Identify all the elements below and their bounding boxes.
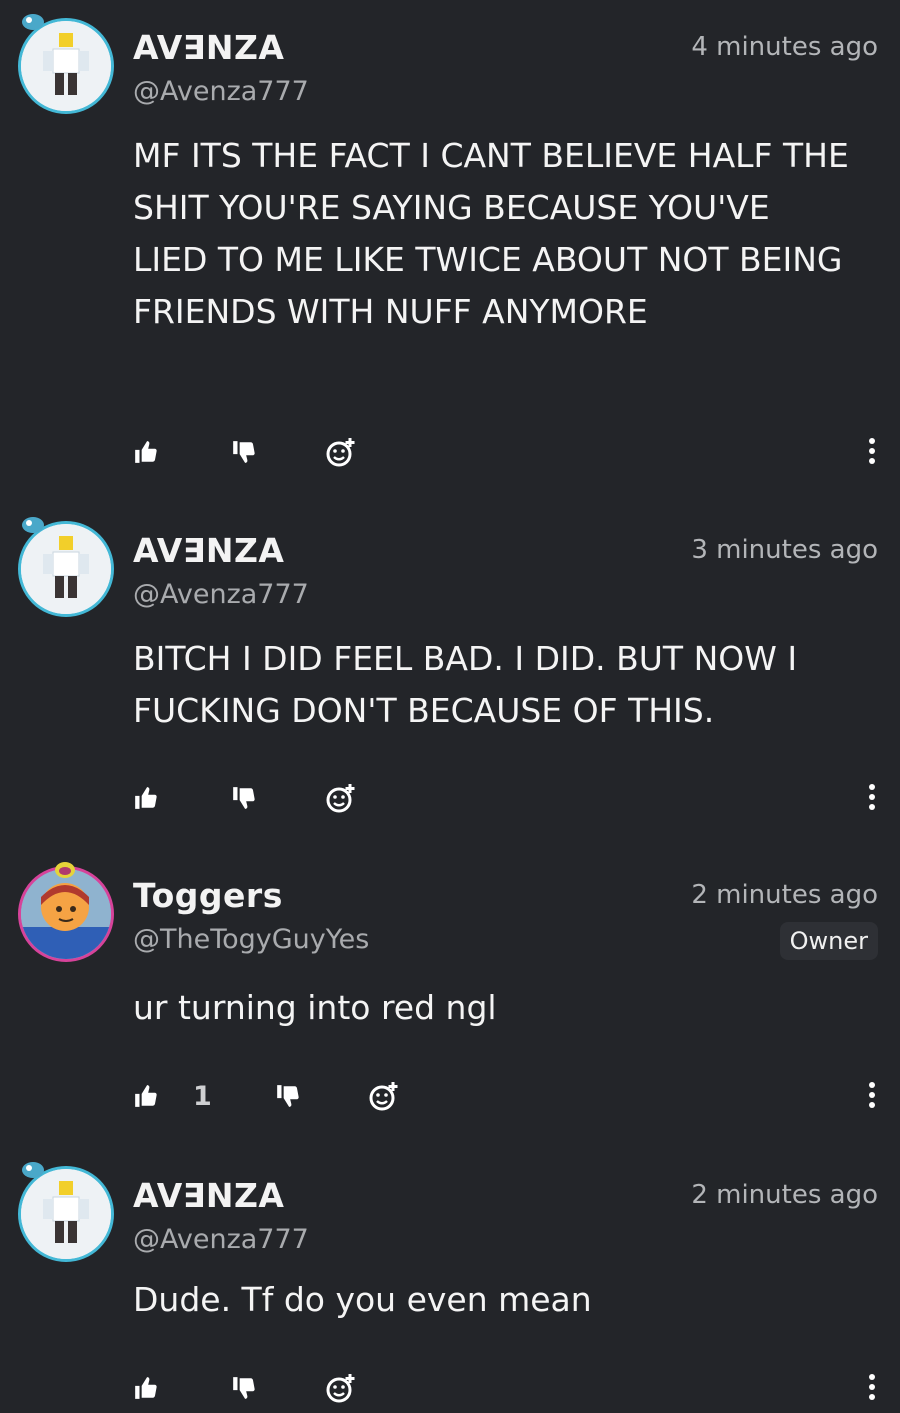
author-name[interactable]: AV∃NZA — [133, 531, 284, 570]
comment-feed: AV∃NZA @Avenza777 4 minutes ago MF ITS T… — [0, 0, 900, 1413]
thumbs-down-icon — [233, 787, 255, 809]
add-reaction-icon — [326, 1374, 355, 1403]
comment-text: ur turning into red ngl — [133, 988, 497, 1027]
like-button[interactable] — [133, 1076, 159, 1116]
add-reaction-button[interactable] — [325, 1368, 357, 1408]
comment-text: BITCH I DID FEEL BAD. I DID. BUT NOW I F… — [133, 639, 798, 730]
like-button[interactable] — [133, 432, 159, 472]
timestamp: 2 minutes ago — [691, 880, 878, 910]
thumbs-down-icon — [233, 441, 255, 463]
thumbs-up-icon — [135, 787, 157, 809]
author-handle[interactable]: @Avenza777 — [133, 579, 309, 610]
author-name[interactable]: Toggers — [133, 876, 283, 915]
timestamp: 2 minutes ago — [691, 1180, 878, 1210]
thumbs-up-icon — [135, 1377, 157, 1399]
avatar[interactable] — [18, 14, 114, 114]
timestamp: 3 minutes ago — [691, 535, 878, 565]
dislike-button[interactable] — [231, 432, 257, 472]
more-vertical-icon — [869, 1374, 875, 1400]
avatar[interactable] — [18, 1162, 114, 1262]
like-button[interactable] — [133, 778, 159, 818]
thumbs-up-icon — [135, 1085, 157, 1107]
comment-text: MF ITS THE FACT I CANT BELIEVE HALF THE … — [133, 136, 849, 331]
dislike-button[interactable] — [275, 1076, 301, 1116]
comment-actions — [133, 432, 878, 472]
timestamp: 4 minutes ago — [691, 32, 878, 62]
owner-badge: Owner — [779, 922, 878, 960]
more-options-button[interactable] — [866, 1080, 878, 1110]
thumbs-down-icon — [233, 1377, 255, 1399]
add-reaction-button[interactable] — [368, 1076, 400, 1116]
add-reaction-button[interactable] — [325, 778, 357, 818]
more-options-button[interactable] — [866, 436, 878, 466]
more-vertical-icon — [869, 1082, 875, 1108]
thumbs-up-icon — [135, 441, 157, 463]
more-options-button[interactable] — [866, 1372, 878, 1402]
more-options-button[interactable] — [866, 782, 878, 812]
author-handle[interactable]: @Avenza777 — [133, 76, 309, 107]
author-handle[interactable]: @Avenza777 — [133, 1224, 309, 1255]
author-name[interactable]: AV∃NZA — [133, 28, 284, 67]
avatar[interactable] — [18, 862, 114, 962]
comment-text: Dude. Tf do you even mean — [133, 1280, 592, 1319]
dislike-button[interactable] — [231, 1368, 257, 1408]
add-reaction-icon — [326, 438, 355, 467]
dislike-button[interactable] — [231, 778, 257, 818]
comment-actions — [133, 778, 878, 818]
avatar[interactable] — [18, 517, 114, 617]
more-vertical-icon — [869, 784, 875, 810]
more-vertical-icon — [869, 438, 875, 464]
comment-actions: 1 — [133, 1076, 878, 1116]
add-reaction-button[interactable] — [325, 432, 357, 472]
like-count: 1 — [193, 1080, 212, 1112]
add-reaction-icon — [326, 784, 355, 813]
comment-actions — [133, 1368, 878, 1408]
author-name[interactable]: AV∃NZA — [133, 1176, 284, 1215]
like-button[interactable] — [133, 1368, 159, 1408]
add-reaction-icon — [369, 1082, 398, 1111]
thumbs-down-icon — [277, 1085, 299, 1107]
author-handle[interactable]: @TheTogyGuyYes — [133, 924, 369, 955]
